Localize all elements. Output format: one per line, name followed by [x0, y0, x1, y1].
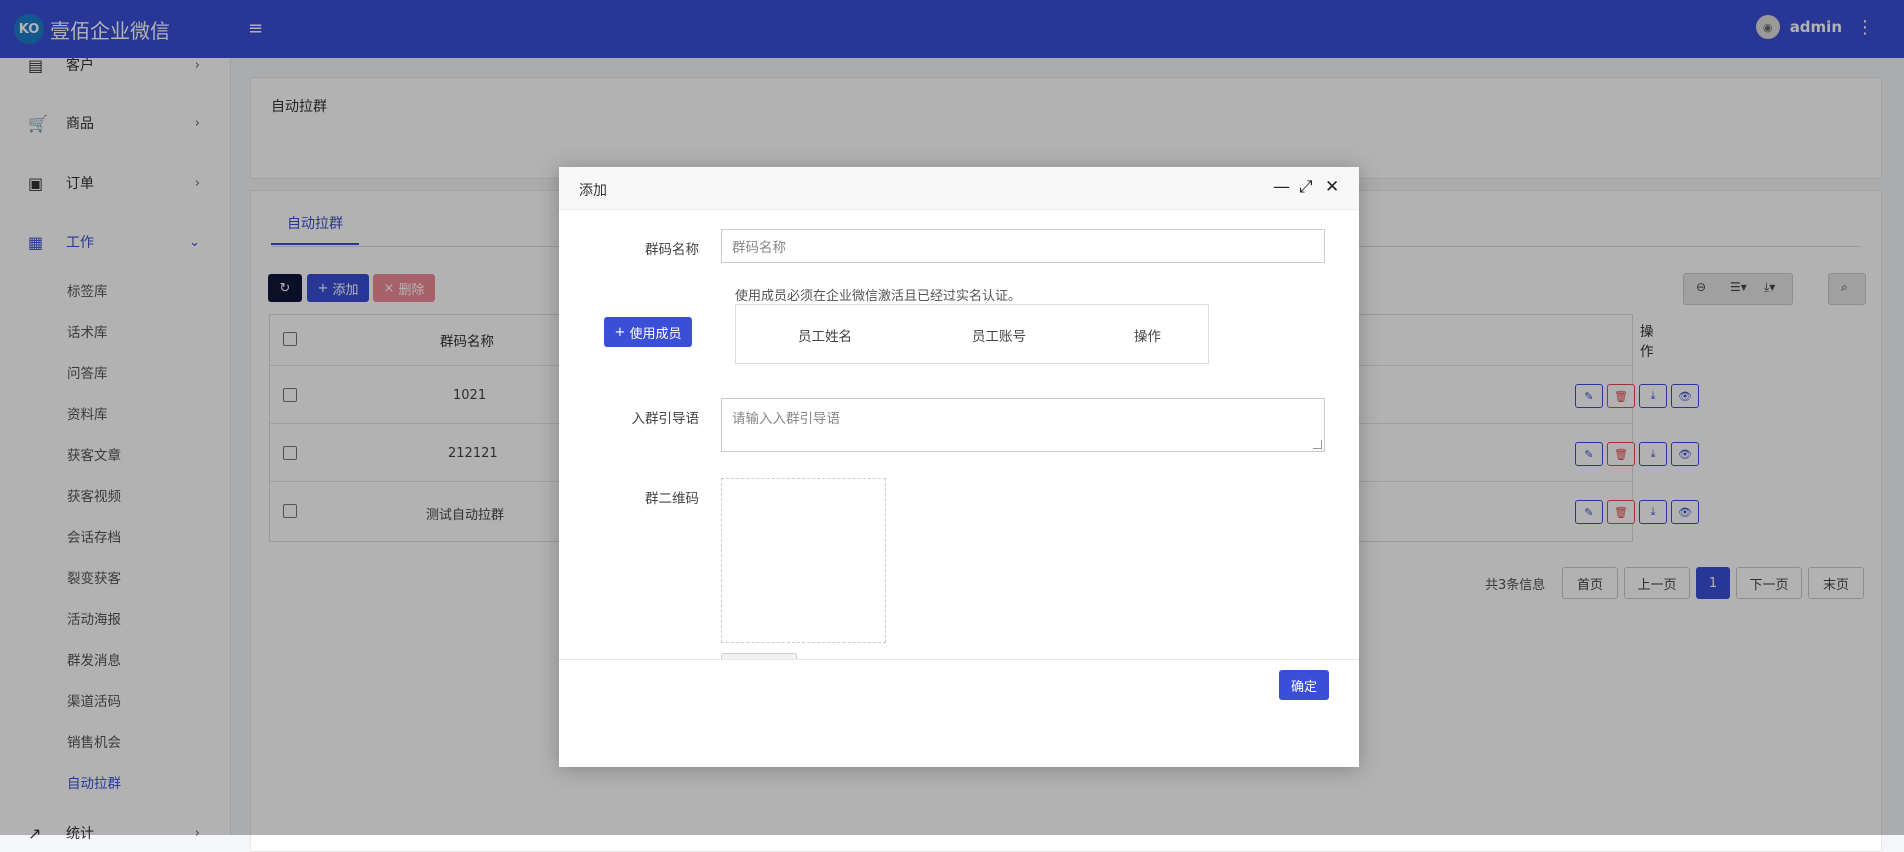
use-members-button[interactable]: + 使用成员: [604, 317, 692, 347]
maximize-icon[interactable]: ⤢: [1299, 177, 1313, 197]
member-header-action: 操作: [1134, 329, 1161, 345]
close-icon[interactable]: ✕: [1325, 177, 1339, 197]
plus-icon: +: [614, 324, 626, 340]
qr-upload-area[interactable]: [721, 478, 886, 643]
guide-label: 入群引导语: [631, 411, 700, 427]
name-label: 群码名称: [645, 242, 699, 258]
guide-textarea[interactable]: 请输入入群引导语: [721, 398, 1325, 452]
guide-placeholder: 请输入入群引导语: [732, 411, 840, 427]
member-table: 员工姓名 员工账号 操作: [735, 304, 1209, 364]
member-header-account: 员工账号: [972, 329, 1026, 345]
confirm-button[interactable]: 确定: [1279, 670, 1329, 700]
qr-label: 群二维码: [645, 491, 699, 507]
dialog-header[interactable]: 添加 — ⤢ ✕: [559, 167, 1359, 210]
add-dialog: 添加 — ⤢ ✕ 群码名称 群码名称 使用成员必须在企业微信激活且已经过实名认证…: [559, 167, 1359, 767]
dialog-footer-divider: [559, 659, 1359, 660]
minimize-icon[interactable]: —: [1273, 177, 1290, 197]
member-hint: 使用成员必须在企业微信激活且已经过实名认证。: [735, 289, 1022, 304]
use-members-label: 使用成员: [629, 326, 682, 342]
resize-handle-icon[interactable]: [1313, 440, 1322, 449]
group-name-input[interactable]: 群码名称: [721, 229, 1325, 263]
dialog-title: 添加: [579, 183, 607, 199]
member-header-name: 员工姓名: [798, 329, 852, 345]
